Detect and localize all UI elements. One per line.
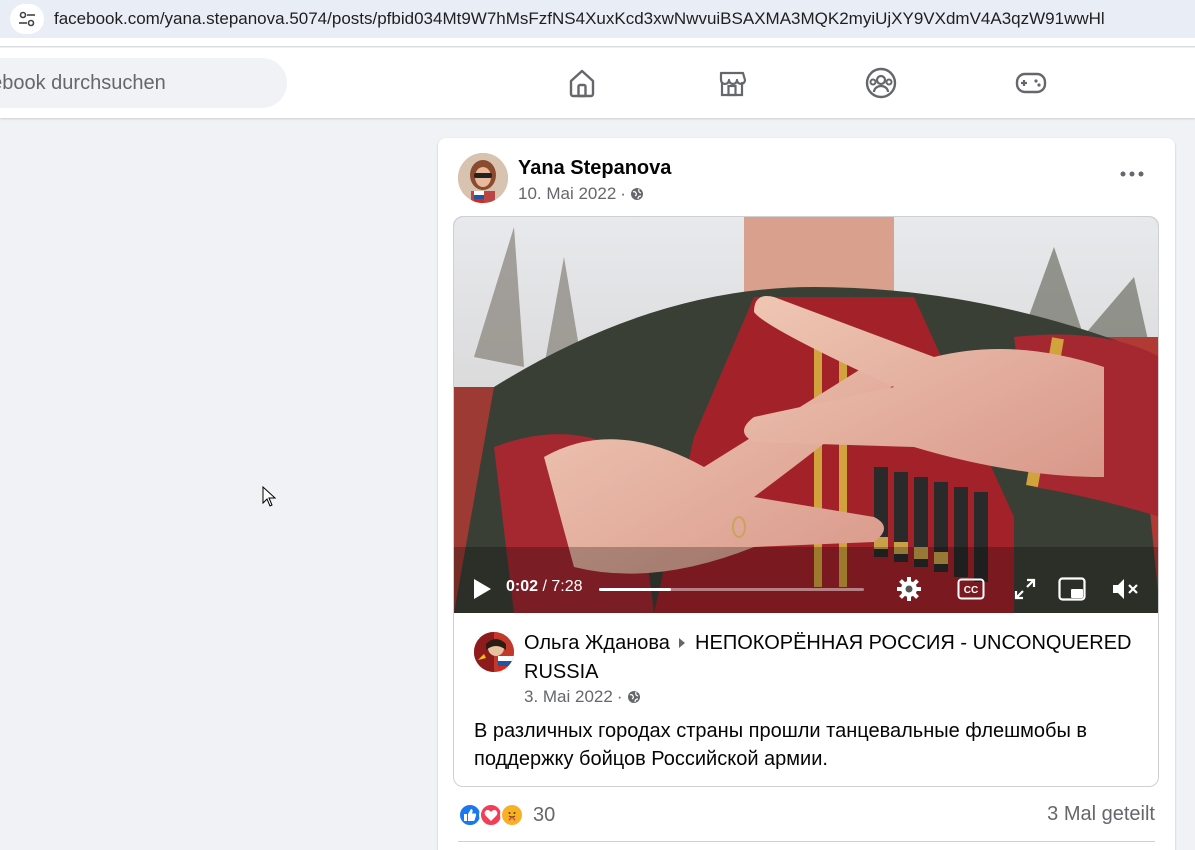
video-progress-fill: [599, 588, 671, 591]
video-frame: [454, 217, 1158, 613]
video-time: 0:02 / 7:28: [506, 578, 583, 596]
reaction-count[interactable]: 30: [533, 804, 555, 827]
meta-separator: ·: [620, 184, 626, 203]
picture-in-picture-button[interactable]: [1057, 576, 1087, 602]
shared-post[interactable]: 0:02 / 7:28 CC Ольга Жданова НЕПОКОРЁННА…: [453, 216, 1159, 787]
meta-separator: ·: [616, 687, 623, 706]
video-player[interactable]: 0:02 / 7:28 CC: [454, 217, 1158, 613]
fullscreen-icon: [1014, 578, 1036, 600]
shared-post-meta: 3. Mai 2022 ·: [524, 687, 641, 707]
facebook-header: acebook durchsuchen: [0, 48, 1195, 118]
search-box[interactable]: acebook durchsuchen: [0, 58, 287, 108]
settings-button[interactable]: [895, 575, 923, 603]
shared-author-avatar[interactable]: [474, 632, 514, 672]
total-time: / 7:28: [538, 578, 583, 595]
gaming-icon[interactable]: [1014, 66, 1048, 100]
play-button[interactable]: [470, 577, 494, 601]
current-time: 0:02: [506, 578, 539, 595]
mute-button[interactable]: [1110, 576, 1140, 602]
shared-post-title: Ольга Жданова НЕПОКОРЁННАЯ РОССИЯ - UNCO…: [524, 629, 1144, 687]
author-avatar[interactable]: [458, 153, 508, 203]
video-controls: 0:02 / 7:28 CC: [454, 565, 1158, 613]
shared-post-date[interactable]: 3. Mai 2022: [524, 687, 613, 707]
groups-icon[interactable]: [864, 66, 898, 100]
more-icon: [1120, 171, 1144, 177]
cc-icon: CC: [957, 578, 985, 600]
globe-icon: [627, 691, 640, 703]
url-text[interactable]: facebook.com/yana.stepanova.5074/posts/p…: [54, 9, 1105, 29]
post-author[interactable]: Yana Stepanova: [518, 157, 671, 180]
address-bar[interactable]: facebook.com/yana.stepanova.5074/posts/p…: [0, 0, 1195, 38]
mouse-cursor-icon: [262, 486, 277, 507]
pip-icon: [1058, 577, 1086, 601]
shared-author-name[interactable]: Ольга Жданова: [524, 632, 670, 654]
svg-text:CC: CC: [964, 585, 978, 596]
care-reaction-icon: [500, 803, 524, 827]
home-icon[interactable]: [565, 66, 599, 100]
marketplace-icon[interactable]: [715, 66, 749, 100]
divider: [458, 841, 1155, 842]
post-meta: 10. Mai 2022 ·: [518, 184, 644, 204]
gear-icon: [897, 577, 921, 601]
video-progress-bar[interactable]: [599, 588, 864, 591]
captions-button[interactable]: CC: [956, 576, 986, 602]
fullscreen-button[interactable]: [1013, 577, 1037, 601]
post-date[interactable]: 10. Mai 2022: [518, 184, 616, 204]
globe-icon: [630, 188, 643, 200]
play-icon: [474, 579, 491, 599]
shared-post-text: В различных городах страны прошли танцев…: [474, 720, 1088, 770]
browser-toolbar: facebook.com/yana.stepanova.5074/posts/p…: [0, 0, 1195, 47]
more-options-button[interactable]: [1118, 164, 1146, 184]
search-input[interactable]: acebook durchsuchen: [0, 72, 230, 95]
site-settings-icon[interactable]: [10, 4, 44, 34]
reactions-summary[interactable]: 30: [458, 801, 555, 829]
post-card: Yana Stepanova 10. Mai 2022 · 0:02 / 7:2…: [438, 138, 1175, 850]
muted-speaker-icon: [1113, 579, 1138, 599]
caret-right-icon: [679, 638, 686, 648]
share-count[interactable]: 3 Mal geteilt: [1047, 803, 1155, 826]
